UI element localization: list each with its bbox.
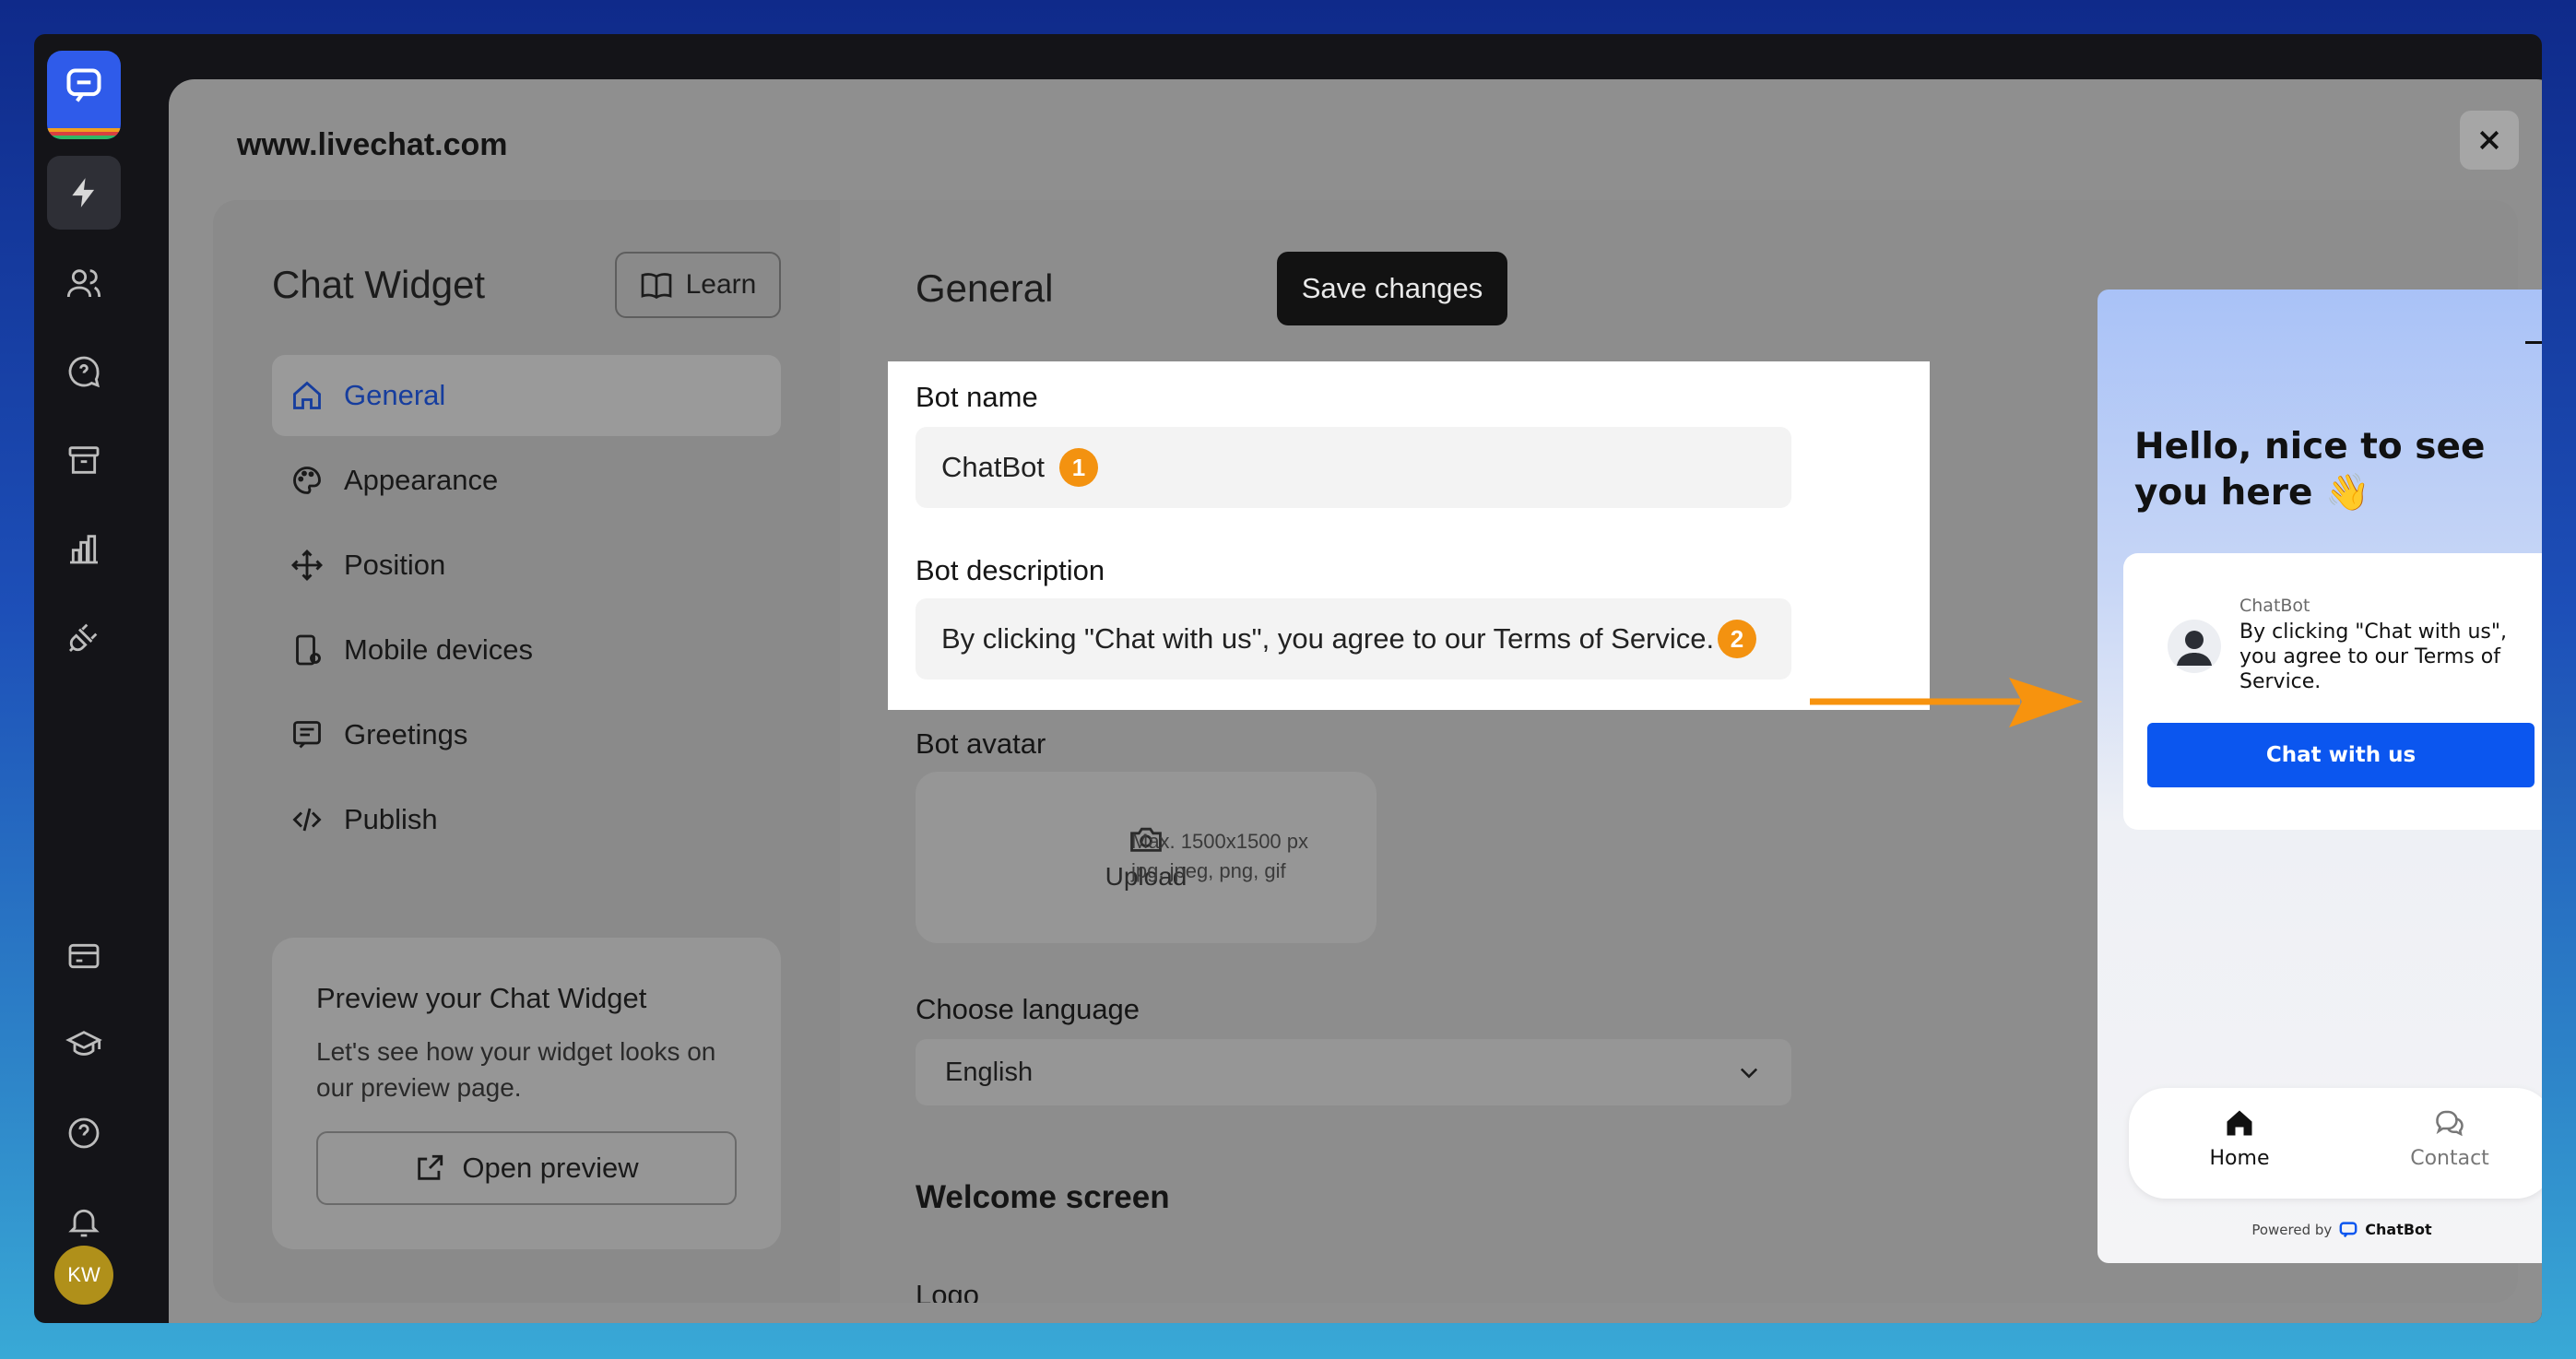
close-button[interactable] xyxy=(2460,111,2519,170)
widget-message-card: ChatBot By clicking "Chat with us", you … xyxy=(2123,553,2542,830)
archive-icon[interactable] xyxy=(47,423,121,497)
nav-appearance-label: Appearance xyxy=(344,464,499,496)
arrow-icon xyxy=(1810,678,2083,727)
language-label: Choose language xyxy=(916,993,1140,1025)
widget-tabbar: Home Contact xyxy=(2129,1088,2542,1199)
widget-settings-modal: www.livechat.com Chat Widget Learn Gener… xyxy=(169,79,2542,1323)
nav-general-label: General xyxy=(344,379,446,411)
step-badge-2: 2 xyxy=(1718,620,1756,658)
learn-button[interactable]: Learn xyxy=(615,252,781,318)
nav-publish[interactable]: Publish xyxy=(272,779,781,860)
powered-by[interactable]: Powered by ChatBot xyxy=(2097,1221,2542,1238)
upload-hint-types: jpg, jpeg, png, gif xyxy=(1131,859,1286,882)
external-link-icon xyxy=(418,1154,443,1180)
tab-contact-label: Contact xyxy=(2410,1147,2489,1170)
bot-name-value: ChatBot xyxy=(941,451,1046,483)
home-icon xyxy=(293,381,321,409)
powered-by-brand: ChatBot xyxy=(2365,1221,2432,1238)
bot-description-field[interactable]: By clicking "Chat with us", you agree to… xyxy=(916,598,1791,680)
widget-bot-message: By clicking "Chat with us", you agree to… xyxy=(2239,620,2507,693)
app-window: KW www.livechat.com Chat Widget Learn Ge… xyxy=(34,34,2542,1323)
message-square-icon xyxy=(293,721,321,749)
chatbot-logo-icon[interactable] xyxy=(47,51,121,139)
home-icon xyxy=(2227,1110,2252,1136)
bot-avatar-icon xyxy=(2168,620,2221,673)
upload-hint: Max. 1500x1500 px jpg, jpeg, png, gif xyxy=(1131,827,1308,886)
tab-home[interactable]: Home xyxy=(2147,1106,2332,1170)
bot-description-label: Bot description xyxy=(916,554,1105,586)
chat-widget-preview: Hello, nice to see you here 👋 ChatBot By… xyxy=(2097,290,2542,1263)
sidebar-title: Chat Widget xyxy=(272,263,486,306)
open-preview-label: Open preview xyxy=(462,1152,639,1184)
nav-mobile-label: Mobile devices xyxy=(344,633,534,666)
billing-icon[interactable] xyxy=(47,919,121,993)
move-icon xyxy=(290,549,324,582)
widget-greeting: Hello, nice to see you here 👋 xyxy=(2134,426,2486,514)
bot-avatar-label: Bot avatar xyxy=(916,727,1046,760)
logo-label: Logo xyxy=(916,1279,979,1303)
nav-position-label: Position xyxy=(344,549,446,581)
bot-description-value: By clicking "Chat with us", you agree to… xyxy=(941,622,1715,655)
mobile-gear-icon xyxy=(296,634,321,666)
tab-home-label: Home xyxy=(2209,1147,2270,1170)
learn-label: Learn xyxy=(685,269,757,300)
preview-card: Preview your Chat Widget Let's see how y… xyxy=(272,938,781,1249)
nav-mobile-devices[interactable]: Mobile devices xyxy=(272,609,781,691)
chat-question-icon[interactable] xyxy=(47,335,121,408)
chat-bubbles-icon xyxy=(2436,1110,2464,1137)
avatar[interactable]: KW xyxy=(54,1246,113,1305)
save-button[interactable]: Save changes xyxy=(1277,252,1507,325)
chevron-down-icon xyxy=(1740,1068,1758,1079)
users-icon[interactable] xyxy=(47,246,121,320)
bot-name-field[interactable]: ChatBot 1 xyxy=(916,427,1791,508)
nav-general[interactable]: General xyxy=(272,355,781,436)
widget-bot-name: ChatBot xyxy=(2239,596,2310,616)
page-title: General xyxy=(916,266,1054,310)
help-icon[interactable] xyxy=(47,1096,121,1170)
preview-text: Let's see how your widget looks on our p… xyxy=(316,1037,716,1102)
education-icon[interactable] xyxy=(47,1008,121,1081)
book-icon xyxy=(641,273,671,299)
reports-icon[interactable] xyxy=(47,512,121,585)
code-icon xyxy=(292,808,322,832)
upload-hint-size: Max. 1500x1500 px xyxy=(1131,830,1309,853)
language-select[interactable]: English xyxy=(916,1039,1791,1105)
language-value: English xyxy=(945,1057,1034,1087)
nav-greetings-label: Greetings xyxy=(344,718,468,750)
lightning-icon[interactable] xyxy=(47,156,121,230)
nav-position[interactable]: Position xyxy=(272,525,781,606)
chatbot-brand-icon xyxy=(2339,1221,2357,1237)
tab-contact[interactable]: Contact xyxy=(2357,1106,2542,1170)
chat-with-us-button[interactable]: Chat with us xyxy=(2147,723,2535,787)
plug-icon[interactable] xyxy=(47,600,121,674)
preview-title: Preview your Chat Widget xyxy=(316,982,647,1014)
nav-greetings[interactable]: Greetings xyxy=(272,694,781,775)
minimize-icon[interactable] xyxy=(2525,341,2542,344)
step-badge-1: 1 xyxy=(1059,448,1099,487)
close-icon xyxy=(2479,130,2499,150)
settings-sidebar: Chat Widget Learn General Appearance Pos… xyxy=(213,200,840,1303)
left-rail: KW xyxy=(34,34,134,1323)
site-url: www.livechat.com xyxy=(237,127,508,162)
bot-name-label: Bot name xyxy=(916,381,1038,413)
open-preview-button[interactable]: Open preview xyxy=(316,1131,737,1205)
powered-by-label: Powered by xyxy=(2251,1221,2333,1238)
palette-icon xyxy=(293,467,321,494)
welcome-screen-heading: Welcome screen xyxy=(916,1179,1170,1215)
nav-appearance[interactable]: Appearance xyxy=(272,440,781,521)
nav-publish-label: Publish xyxy=(344,803,438,835)
